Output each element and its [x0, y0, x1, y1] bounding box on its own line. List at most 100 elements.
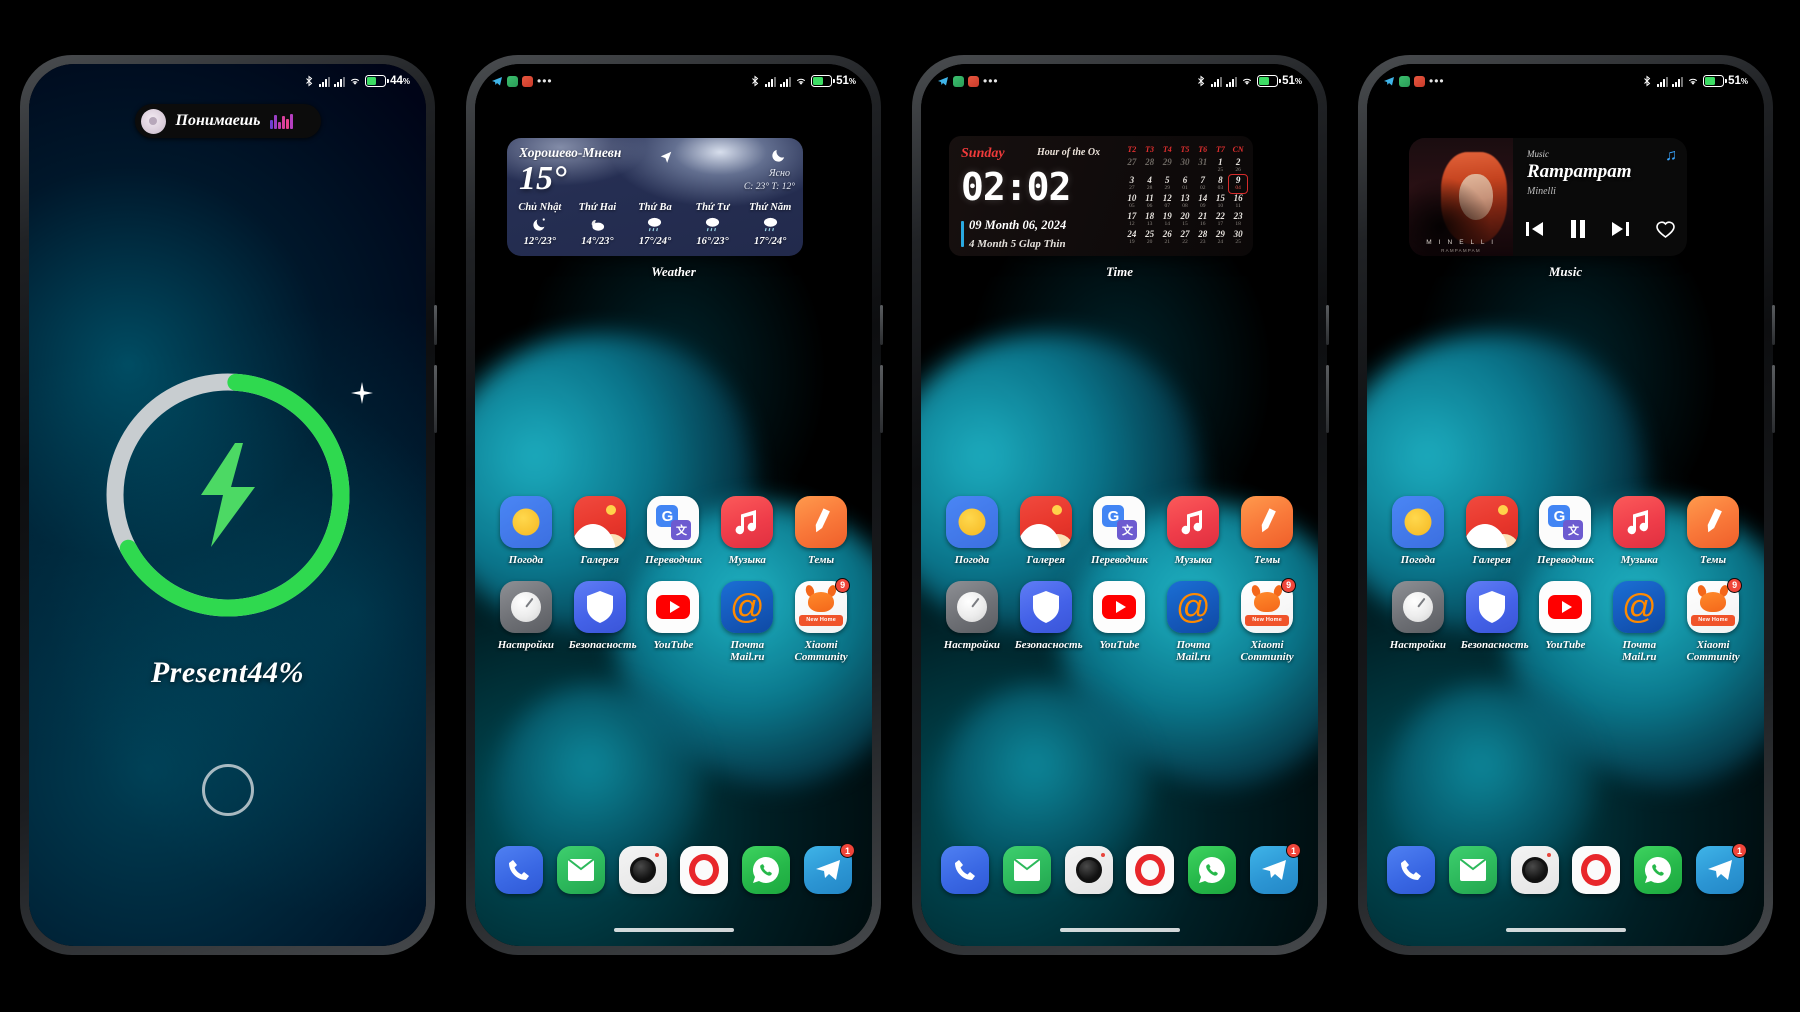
music-notification-pill[interactable]: Понимаешь [134, 104, 321, 138]
calendar-cell[interactable]: 28 23 [1194, 229, 1212, 247]
calendar-cell[interactable]: 15 10 [1212, 193, 1230, 211]
volume-up-button-3[interactable] [1326, 305, 1329, 345]
next-track-button[interactable] [1611, 221, 1630, 242]
app-themes[interactable]: Темы [784, 496, 858, 567]
calendar-cell[interactable]: 18 13 [1141, 211, 1159, 229]
app-youtube[interactable]: YouTube [1083, 580, 1157, 664]
time-widget[interactable]: Sunday Hour of the Ox 02:02 09 Month 06,… [949, 136, 1253, 256]
app-security[interactable]: Безопасность [563, 580, 637, 664]
power-button-2[interactable] [880, 365, 883, 433]
calendar-cell[interactable]: 3 27 [1123, 175, 1141, 193]
app-security[interactable]: Безопасность [1455, 580, 1529, 664]
calendar-cell[interactable]: 20 15 [1176, 211, 1194, 229]
home-gesture-bar-4[interactable] [1505, 928, 1626, 932]
calendar-cell[interactable]: 11 06 [1141, 193, 1159, 211]
app-themes[interactable]: Темы [1230, 496, 1304, 567]
calendar-cell[interactable]: 4 28 [1141, 175, 1159, 193]
music-widget[interactable]: M I N E L L I RAMPAMPAM Music Rampampam … [1409, 138, 1687, 256]
calendar-cell[interactable]: 12 07 [1158, 193, 1176, 211]
volume-up-button-2[interactable] [880, 305, 883, 345]
dock-messages[interactable] [1002, 846, 1051, 894]
calendar-cell[interactable]: 21 16 [1194, 211, 1212, 229]
dock-phone[interactable] [1386, 846, 1435, 894]
app-translate[interactable]: G 文 Переводчик [1083, 496, 1157, 567]
dock-telegram[interactable]: 1 [1250, 843, 1302, 894]
app-weather[interactable]: Погода [489, 496, 563, 567]
dock-whatsapp[interactable] [1188, 846, 1237, 894]
calendar-cell[interactable]: 1 25 [1212, 157, 1230, 175]
calendar-cell[interactable]: 29 24 [1212, 229, 1230, 247]
volume-up-button-4[interactable] [1772, 305, 1775, 345]
dock-opera[interactable] [680, 846, 729, 894]
weather-widget[interactable]: Хорошево-Мневн 15° Ясно C: 23° T: 12° Ch… [507, 138, 803, 256]
previous-track-button[interactable] [1525, 221, 1544, 242]
app-xiaomi-community[interactable]: New Home 9 Xiaomi Community [1230, 577, 1304, 664]
app-mailru[interactable]: @ Почта Mail.ru [1602, 580, 1676, 664]
app-translate[interactable]: G 文 Переводчик [1529, 496, 1603, 567]
app-themes[interactable]: Темы [1676, 496, 1750, 567]
calendar-cell[interactable]: 7 02 [1194, 175, 1212, 193]
app-weather[interactable]: Погода [1381, 496, 1455, 567]
calendar-cell[interactable]: 28 [1141, 157, 1159, 175]
app-xiaomi-community[interactable]: New Home 9 Xiaomi Community [1676, 577, 1750, 664]
dock-camera[interactable] [1510, 846, 1559, 894]
app-settings[interactable]: Настройки [1381, 580, 1455, 664]
calendar-cell[interactable]: 31 [1194, 157, 1212, 175]
dock-messages[interactable] [556, 846, 605, 894]
calendar-cell[interactable]: 14 09 [1194, 193, 1212, 211]
app-weather[interactable]: Погода [935, 496, 1009, 567]
dock-telegram[interactable]: 1 [804, 843, 856, 894]
calendar-cell[interactable]: 27 [1123, 157, 1141, 175]
app-mailru[interactable]: @ Почта Mail.ru [710, 580, 784, 664]
calendar-cell[interactable]: 24 19 [1123, 229, 1141, 247]
calendar-cell[interactable]: 6 01 [1176, 175, 1194, 193]
app-music[interactable]: Музыка [710, 496, 784, 567]
calendar-cell[interactable]: 22 17 [1212, 211, 1230, 229]
home-circle-icon[interactable] [201, 764, 254, 816]
app-gallery[interactable]: Галерея [1455, 496, 1529, 567]
dock-phone[interactable] [940, 846, 989, 894]
calendar-cell[interactable]: 27 22 [1176, 229, 1194, 247]
calendar-cell[interactable]: 2 26 [1229, 157, 1247, 175]
home-gesture-bar[interactable] [613, 928, 734, 932]
calendar-cell[interactable]: 25 20 [1141, 229, 1159, 247]
app-gallery[interactable]: Галерея [1009, 496, 1083, 567]
dock-opera[interactable] [1126, 846, 1175, 894]
power-button-3[interactable] [1326, 365, 1329, 433]
volume-up-button[interactable] [434, 305, 437, 345]
dock-telegram[interactable]: 1 [1696, 843, 1748, 894]
app-settings[interactable]: Настройки [489, 580, 563, 664]
dock-whatsapp[interactable] [742, 846, 791, 894]
app-security[interactable]: Безопасность [1009, 580, 1083, 664]
calendar-cell[interactable]: 30 25 [1229, 229, 1247, 247]
home-gesture-bar-3[interactable] [1059, 928, 1180, 932]
app-mailru[interactable]: @ Почта Mail.ru [1156, 580, 1230, 664]
calendar-cell[interactable]: 16 11 [1229, 193, 1247, 211]
calendar-cell-today[interactable]: 9 04 [1228, 174, 1248, 194]
calendar-cell[interactable]: 5 29 [1158, 175, 1176, 193]
favorite-button[interactable] [1656, 221, 1675, 243]
calendar-cell[interactable]: 19 14 [1158, 211, 1176, 229]
calendar-cell[interactable]: 29 [1158, 157, 1176, 175]
dock-opera[interactable] [1572, 846, 1621, 894]
calendar-cell[interactable]: 8 03 [1212, 175, 1230, 193]
power-button[interactable] [434, 365, 437, 433]
dock-whatsapp[interactable] [1634, 846, 1683, 894]
app-settings[interactable]: Настройки [935, 580, 1009, 664]
dock-camera[interactable] [1064, 846, 1113, 894]
dock-phone[interactable] [494, 846, 543, 894]
power-button-4[interactable] [1772, 365, 1775, 433]
calendar-cell[interactable]: 13 08 [1176, 193, 1194, 211]
app-music[interactable]: Музыка [1156, 496, 1230, 567]
calendar-cell[interactable]: 30 [1176, 157, 1194, 175]
calendar-cell[interactable]: 26 21 [1158, 229, 1176, 247]
pause-button[interactable] [1570, 220, 1586, 243]
dock-camera[interactable] [618, 846, 667, 894]
calendar-cell[interactable]: 17 12 [1123, 211, 1141, 229]
app-xiaomi-community[interactable]: New Home 9 Xiaomi Community [784, 577, 858, 664]
app-youtube[interactable]: YouTube [1529, 580, 1603, 664]
app-gallery[interactable]: Галерея [563, 496, 637, 567]
app-translate[interactable]: G 文 Переводчик [637, 496, 711, 567]
calendar-cell[interactable]: 23 18 [1229, 211, 1247, 229]
calendar-cell[interactable]: 10 05 [1123, 193, 1141, 211]
